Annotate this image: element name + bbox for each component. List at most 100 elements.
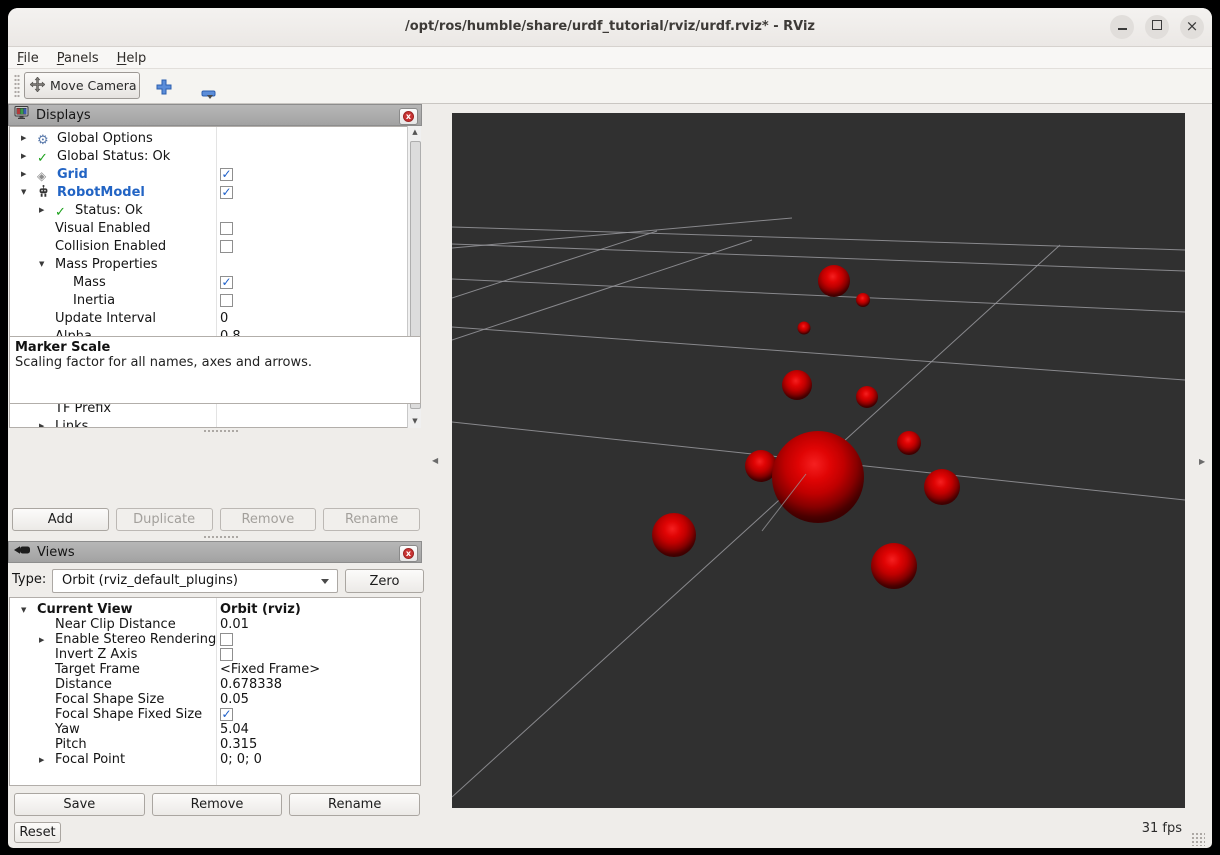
expand-arrow-icon[interactable]: ▶ (39, 422, 55, 427)
checkbox[interactable] (220, 293, 233, 307)
titlebar[interactable]: /opt/ros/humble/share/urdf_tutorial/rviz… (8, 8, 1212, 47)
views-panel-close-button[interactable]: x (399, 545, 418, 562)
scroll-down-icon[interactable]: ▼ (409, 415, 421, 428)
toolbar-drag-handle[interactable] (14, 74, 20, 98)
3d-viewport[interactable] (452, 113, 1185, 808)
maximize-button[interactable] (1145, 15, 1169, 39)
menu-item-panels[interactable]: Panels (48, 49, 108, 70)
tree-row-yaw[interactable]: Yaw 5.04 (10, 722, 420, 737)
views-panel-header[interactable]: Views x (8, 541, 422, 563)
expand-arrow-icon[interactable]: ▼ (39, 260, 55, 268)
property-value[interactable]: 0.678338 (220, 677, 282, 692)
property-value[interactable]: <Fixed Frame> (220, 662, 320, 677)
tree-row-target-frame[interactable]: Target Frame <Fixed Frame> (10, 662, 420, 677)
checkbox[interactable] (220, 221, 233, 235)
move-camera-button[interactable]: Move Camera (24, 72, 140, 99)
tree-row-focal-shape-size[interactable]: Focal Shape Size 0.05 (10, 692, 420, 707)
property-value[interactable]: 5.04 (220, 722, 249, 737)
close-button[interactable]: × (1180, 15, 1204, 39)
expand-arrow-icon[interactable]: ▶ (39, 636, 55, 644)
chevron-down-icon (321, 579, 329, 584)
displays-panel-header[interactable]: Displays x (8, 104, 422, 126)
expand-arrow-icon[interactable]: ▼ (21, 188, 37, 196)
property-value[interactable]: 0.315 (220, 737, 257, 752)
duplicate-button[interactable]: Duplicate (115, 508, 213, 531)
tree-row-enable-stereo-rendering[interactable]: ▶ Enable Stereo Rendering (10, 632, 420, 647)
tree-row-robotmodel[interactable]: ▼ RobotModel ✓ (10, 183, 420, 201)
check-icon: ✓ (55, 204, 66, 220)
property-label: Inertia (73, 292, 116, 308)
splitter-collapse-left-icon[interactable]: ◀ (432, 456, 438, 465)
tree-row-focal-point[interactable]: ▶ Focal Point 0; 0; 0 (10, 752, 420, 767)
add-tool-button[interactable] (155, 79, 173, 97)
checkbox[interactable] (220, 239, 233, 253)
tree-row-near-clip-distance[interactable]: Near Clip Distance 0.01 (10, 617, 420, 632)
remove-button[interactable]: Remove (219, 508, 317, 531)
checkbox[interactable]: ✓ (220, 275, 233, 289)
tree-row-update-interval[interactable]: Update Interval 0 (10, 309, 420, 327)
tree-row-mass[interactable]: Mass ✓ (10, 273, 420, 291)
checkbox[interactable] (220, 648, 233, 661)
views-tree[interactable]: ▼ Current View Orbit (rviz) Near Clip Dista… (9, 597, 421, 786)
menu-item-help[interactable]: Help (108, 49, 156, 70)
tree-row-grid[interactable]: ▶ ◈ Grid ✓ (10, 165, 420, 183)
tree-row-global-status-ok[interactable]: ▶ ✓ Global Status: Ok (10, 147, 420, 166)
view-type-row: Type: Orbit (rviz_default_plugins) Zero (12, 569, 424, 593)
splitter-handle[interactable] (203, 429, 239, 434)
menu-item-file[interactable]: File (8, 49, 48, 70)
property-label: Pitch (55, 737, 87, 752)
tree-row-inertia[interactable]: Inertia (10, 291, 420, 309)
property-value[interactable]: Orbit (rviz) (220, 602, 301, 617)
splitter-collapse-right-icon[interactable]: ▶ (1199, 457, 1205, 466)
tree-row-current-view[interactable]: ▼ Current View Orbit (rviz) (10, 602, 420, 617)
tree-row-pitch[interactable]: Pitch 0.315 (10, 737, 420, 752)
property-label: Invert Z Axis (55, 647, 138, 662)
mass-sphere (818, 265, 850, 297)
save-button[interactable]: Save (14, 793, 145, 816)
move-camera-label: Move Camera (50, 78, 137, 93)
checkbox[interactable]: ✓ (220, 185, 233, 199)
zero-button[interactable]: Zero (345, 569, 424, 593)
expand-arrow-icon[interactable]: ▶ (21, 152, 37, 160)
reset-button[interactable]: Reset (14, 822, 61, 843)
expand-arrow-icon[interactable]: ▶ (21, 134, 37, 142)
property-value[interactable]: 0.05 (220, 692, 249, 707)
expand-arrow-icon[interactable]: ▶ (39, 756, 55, 764)
tree-row-distance[interactable]: Distance 0.678338 (10, 677, 420, 692)
checkbox[interactable]: ✓ (220, 708, 233, 721)
remove-button[interactable]: Remove (151, 793, 283, 816)
scroll-up-icon[interactable]: ▲ (409, 126, 421, 139)
property-value[interactable]: 0; 0; 0 (220, 752, 262, 767)
checkbox[interactable]: ✓ (220, 167, 233, 181)
window-resize-grip[interactable] (1191, 832, 1205, 846)
property-value[interactable]: 0 (220, 311, 228, 326)
remove-tool-dropdown-caret[interactable] (207, 95, 213, 99)
checkbox[interactable] (220, 633, 233, 646)
tree-row-links[interactable]: ▶ Links (10, 417, 420, 428)
views-panel-title: Views (37, 544, 75, 560)
tree-row-invert-z-axis[interactable]: Invert Z Axis (10, 647, 420, 662)
minimize-button[interactable] (1110, 15, 1134, 39)
displays-panel-close-button[interactable]: x (399, 108, 418, 125)
expand-arrow-icon[interactable]: ▶ (21, 170, 37, 178)
add-button[interactable]: Add (12, 508, 109, 531)
property-label: Target Frame (55, 662, 140, 677)
rename-button[interactable]: Rename (289, 793, 421, 816)
3d-scene (452, 217, 1185, 798)
rename-button[interactable]: Rename (323, 508, 420, 531)
expand-arrow-icon[interactable]: ▼ (21, 606, 37, 614)
mass-sphere (772, 431, 864, 523)
property-value[interactable]: 0.01 (220, 617, 249, 632)
tree-row-visual-enabled[interactable]: Visual Enabled (10, 219, 420, 237)
tree-row-mass-properties[interactable]: ▼ Mass Properties (10, 255, 420, 273)
splitter-handle[interactable] (203, 535, 239, 540)
tree-row-status-ok[interactable]: ▶ ✓ Status: Ok (10, 201, 420, 220)
plus-icon (156, 79, 172, 99)
tree-row-focal-shape-fixed-size[interactable]: Focal Shape Fixed Size ✓ (10, 707, 420, 722)
tree-row-global-options[interactable]: ▶ ⚙ Global Options (10, 129, 420, 148)
expand-arrow-icon[interactable]: ▶ (39, 206, 55, 214)
minimize-icon (1117, 28, 1127, 30)
tree-row-collision-enabled[interactable]: Collision Enabled (10, 237, 420, 255)
view-type-combobox[interactable]: Orbit (rviz_default_plugins) (52, 569, 338, 593)
grid-line (452, 244, 1061, 798)
